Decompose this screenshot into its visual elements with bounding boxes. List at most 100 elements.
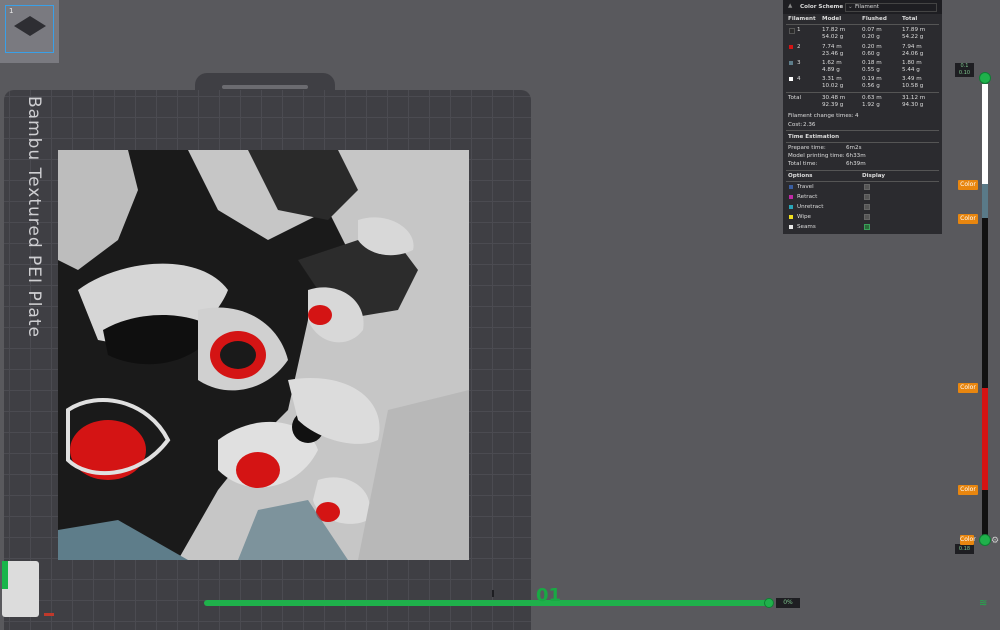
col-flushed: Flushed (862, 16, 887, 22)
flushed-weight: 0.20 g (862, 34, 880, 40)
flushed-length: 0.63 m (862, 95, 882, 101)
filament-id: 1 (797, 27, 801, 33)
total-weight: 94.30 g (902, 102, 924, 108)
filament-id: 4 (797, 76, 801, 82)
flushed-length: 0.20 m (862, 44, 882, 50)
option-swatch (789, 195, 793, 199)
layers-icon[interactable]: ≋ (979, 598, 987, 609)
layer-number: 01 (536, 585, 562, 606)
move-slider-marker (492, 590, 494, 597)
total-length: 7.94 m (902, 44, 922, 50)
total-weight: 5.44 g (902, 67, 920, 73)
flushed-length: 0.19 m (862, 76, 882, 82)
layer-slider-track-blue[interactable] (982, 184, 988, 218)
option-checkbox[interactable] (864, 224, 870, 230)
time-value: 6h39m (846, 161, 866, 167)
color-change-tag[interactable]: Color (958, 485, 978, 495)
total-weight: 54.22 g (902, 34, 924, 40)
total-length: 1.80 m (902, 60, 922, 66)
layer-slider-track-black[interactable] (982, 218, 988, 388)
model-weight: 23.46 g (822, 51, 844, 57)
time-label: Total time: (788, 161, 818, 167)
divider (786, 170, 939, 171)
total-weight: 24.06 g (902, 51, 924, 57)
total-weight: 10.58 g (902, 83, 924, 89)
color-change-tag[interactable]: Color (958, 383, 978, 393)
cost-label: Cost: (788, 122, 803, 128)
option-swatch (789, 205, 793, 209)
model-length: 1.62 m (822, 60, 842, 66)
option-checkbox[interactable] (864, 184, 870, 190)
filament-swatch (789, 77, 793, 81)
model-preview[interactable] (58, 150, 469, 560)
layer-slider-top-value-line: 0.10 (958, 70, 971, 76)
col-filament: Filament (788, 16, 816, 22)
total-length: 17.89 m (902, 27, 926, 33)
legend-title: Color Scheme (800, 4, 844, 10)
model-length: 7.74 m (822, 44, 842, 50)
option-checkbox[interactable] (864, 194, 870, 200)
x-axis-indicator (44, 613, 54, 616)
divider (786, 181, 939, 182)
time-value: 6m2s (846, 145, 862, 151)
total-label: Total (788, 95, 802, 101)
filament-id: 3 (797, 60, 801, 66)
layer-slider-top-value-line: 0.1 (960, 63, 969, 69)
option-swatch (789, 185, 793, 189)
flushed-weight: 0.55 g (862, 67, 880, 73)
option-label: Wipe (797, 214, 811, 220)
col-model: Model (822, 16, 842, 22)
display-header: Display (862, 173, 886, 179)
filament-swatch (789, 61, 793, 65)
filament-swatch (789, 28, 795, 34)
flushed-weight: 0.60 g (862, 51, 880, 57)
layer-slider-top-value: 0.1 0.10 (955, 63, 974, 77)
layer-slider-top-handle[interactable] (979, 72, 991, 84)
legend-header: ▲ Color Scheme ⌄ Filament (783, 0, 942, 14)
layer-slider-bottom-handle[interactable] (979, 534, 991, 546)
divider (786, 130, 939, 131)
color-change-tag[interactable]: Color (958, 180, 978, 190)
filament-swatch (789, 45, 793, 49)
plate-handle-slot (222, 85, 308, 89)
layer-slider-track-white[interactable] (982, 84, 988, 184)
change-times-label: Filament change times: (788, 113, 854, 119)
layer-slider-track-red[interactable] (982, 388, 988, 490)
flushed-length: 0.18 m (862, 60, 882, 66)
plate-thumbnail[interactable]: 1 (0, 0, 59, 63)
view-cube[interactable] (2, 561, 39, 617)
flushed-length: 0.07 m (862, 27, 882, 33)
model-weight: 4.89 g (822, 67, 840, 73)
model-preview-artwork (58, 150, 469, 560)
col-total: Total (902, 16, 918, 22)
option-checkbox[interactable] (864, 214, 870, 220)
color-change-tag[interactable]: Color (958, 214, 978, 224)
plate-type-label: Bambu Textured PEI Plate (24, 96, 44, 338)
time-value: 6h33m (846, 153, 866, 159)
time-label: Model printing time: (788, 153, 845, 159)
divider (786, 24, 939, 25)
layer-slider-track-black[interactable] (982, 490, 988, 540)
move-slider-handle[interactable] (764, 598, 774, 608)
model-length: 3.31 m (822, 76, 842, 82)
option-label: Retract (797, 194, 818, 200)
option-label: Unretract (797, 204, 824, 210)
filament-id: 2 (797, 44, 801, 50)
layer-slider-bottom-value: 0.18 (955, 544, 974, 554)
gear-icon[interactable]: ⚙ (991, 536, 999, 546)
y-axis-indicator (2, 561, 8, 589)
model-length: 30.48 m (822, 95, 846, 101)
option-swatch (789, 215, 793, 219)
chevron-down-icon: ⌄ (848, 4, 853, 10)
legend-panel: ▲ Color Scheme ⌄ Filament Filament Model… (783, 0, 942, 234)
color-scheme-select[interactable]: ⌄ Filament (845, 3, 937, 12)
collapse-icon[interactable]: ▲ (788, 3, 792, 10)
divider (786, 142, 939, 143)
cost-value: 2.36 (803, 122, 816, 128)
move-slider-track[interactable] (204, 600, 770, 606)
flushed-weight: 0.56 g (862, 83, 880, 89)
plate-thumbnail-icon (14, 16, 46, 36)
change-times-value: 4 (855, 113, 859, 119)
option-checkbox[interactable] (864, 204, 870, 210)
color-change-tag[interactable]: Color (960, 535, 976, 545)
